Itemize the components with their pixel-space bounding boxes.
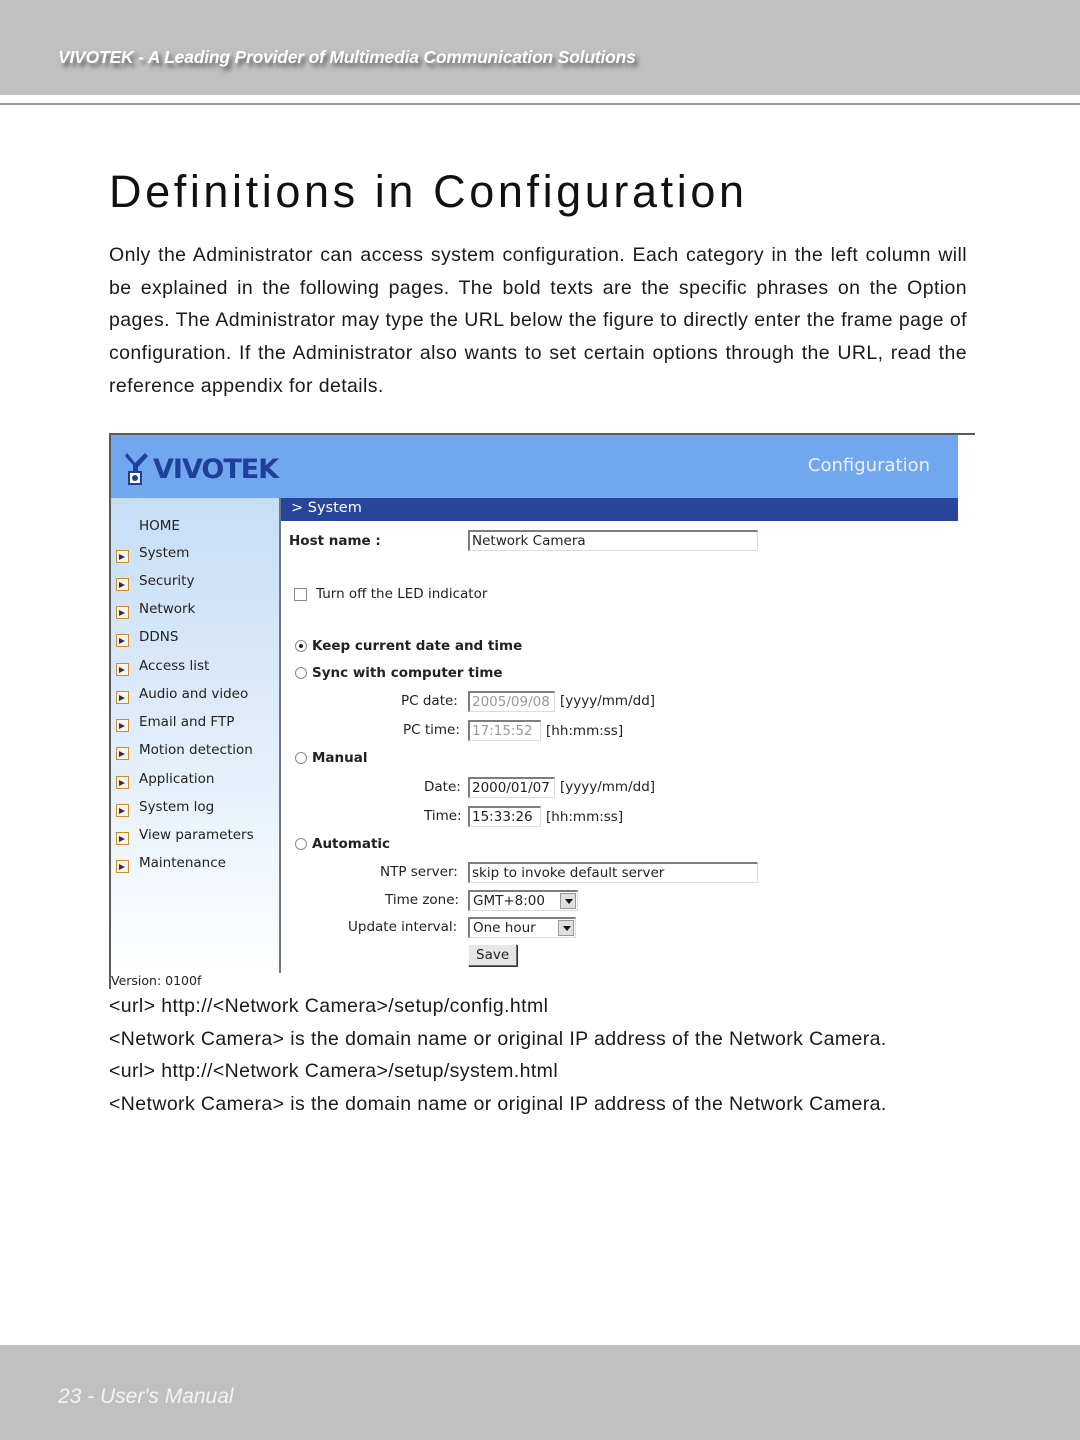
config-sidebar: HOME System Security Network DDNS Access… — [111, 498, 281, 988]
manual-radio[interactable] — [295, 752, 307, 764]
pc-time-format: [hh:mm:ss] — [546, 723, 624, 739]
sidebar-item-system-log[interactable]: System log — [111, 793, 279, 821]
network-camera-note: <Network Camera> is the domain name or o… — [109, 1027, 887, 1050]
footer-band: 23 - User's Manual — [0, 1345, 1080, 1440]
page-title: Definitions in Configuration — [109, 166, 748, 217]
sidebar-item-maintenance[interactable]: Maintenance — [111, 849, 279, 877]
ntp-server-input[interactable]: skip to invoke default server — [468, 862, 758, 883]
sidebar-item-system[interactable]: System — [111, 539, 279, 567]
update-interval-label: Update interval: — [348, 919, 458, 935]
time-zone-label: Time zone: — [385, 892, 460, 908]
sidebar-home-link[interactable]: HOME — [139, 518, 180, 534]
automatic-radio[interactable] — [295, 838, 307, 850]
arrow-bullet-icon — [116, 549, 129, 563]
keep-date-label: Keep current date and time — [312, 638, 523, 654]
time-format: [hh:mm:ss] — [546, 809, 624, 825]
sidebar-item-security[interactable]: Security — [111, 567, 279, 595]
sync-computer-radio[interactable] — [295, 667, 307, 679]
led-checkbox[interactable] — [294, 588, 307, 601]
keep-date-radio[interactable] — [295, 640, 307, 652]
date-label: Date: — [424, 779, 461, 795]
arrow-bullet-icon — [116, 662, 129, 676]
camera-logo-icon — [125, 451, 151, 485]
config-url-line: <url> http://<Network Camera>/setup/conf… — [109, 995, 549, 1017]
intro-paragraph: Only the Administrator can access system… — [109, 244, 967, 397]
time-zone-select[interactable]: GMT+8:00 — [468, 890, 578, 911]
arrow-bullet-icon — [116, 775, 129, 789]
arrow-bullet-icon — [116, 605, 129, 619]
arrow-bullet-icon — [116, 577, 129, 591]
header-band: VIVOTEK - A Leading Provider of Multimed… — [0, 0, 1080, 95]
date-input[interactable]: 2000/01/07 — [468, 777, 555, 798]
sidebar-item-network[interactable]: Network — [111, 595, 279, 623]
host-name-input[interactable]: Network Camera — [468, 530, 758, 551]
sidebar-item-application[interactable]: Application — [111, 765, 279, 793]
url-notes: <url> http://<Network Camera>/setup/conf… — [109, 990, 969, 1121]
pc-date-label: PC date: — [401, 693, 458, 709]
arrow-bullet-icon — [116, 803, 129, 817]
sidebar-item-ddns[interactable]: DDNS — [111, 623, 279, 651]
host-name-label: Host name : — [289, 533, 381, 549]
configuration-screenshot: VIVOTEK Configuration HOME System Securi… — [109, 433, 975, 989]
banner-title: Configuration — [807, 455, 930, 476]
arrow-bullet-icon — [116, 690, 129, 704]
system-form: Host name : Network Camera Turn off the … — [281, 521, 958, 981]
pc-time-label: PC time: — [403, 722, 460, 738]
config-banner: VIVOTEK Configuration — [111, 435, 958, 498]
automatic-label: Automatic — [312, 836, 391, 852]
arrow-bullet-icon — [116, 746, 129, 760]
pc-time-input[interactable]: 17:15:52 — [468, 720, 541, 741]
vivotek-logo: VIVOTEK — [125, 451, 279, 485]
logo-wordmark: VIVOTEK — [153, 454, 279, 485]
sidebar-item-access-list[interactable]: Access list — [111, 652, 279, 680]
page-number-label: 23 - User's Manual — [58, 1385, 234, 1408]
led-label: Turn off the LED indicator — [316, 586, 488, 602]
arrow-bullet-icon — [116, 633, 129, 647]
arrow-bullet-icon — [116, 718, 129, 732]
arrow-bullet-icon — [116, 831, 129, 845]
sidebar-item-email-ftp[interactable]: Email and FTP — [111, 708, 279, 736]
firmware-version: Version: 0100f — [111, 973, 202, 988]
save-button[interactable]: Save — [468, 944, 518, 966]
sidebar-item-audio-video[interactable]: Audio and video — [111, 680, 279, 708]
time-label: Time: — [424, 808, 462, 824]
sidebar-item-view-parameters[interactable]: View parameters — [111, 821, 279, 849]
dropdown-arrow-icon[interactable] — [558, 920, 574, 936]
section-title: > System — [291, 500, 362, 516]
network-camera-note: <Network Camera> is the domain name or o… — [109, 1093, 887, 1116]
header-divider — [0, 103, 1080, 105]
header-tagline: VIVOTEK - A Leading Provider of Multimed… — [58, 47, 636, 67]
arrow-bullet-icon — [116, 859, 129, 873]
pc-date-format: [yyyy/mm/dd] — [560, 693, 656, 709]
system-url-line: <url> http://<Network Camera>/setup/syst… — [109, 1060, 559, 1083]
time-input[interactable]: 15:33:26 — [468, 806, 541, 827]
date-format: [yyyy/mm/dd] — [560, 779, 656, 795]
update-interval-select[interactable]: One hour — [468, 917, 576, 938]
dropdown-arrow-icon[interactable] — [560, 893, 576, 909]
section-header: > System — [281, 498, 958, 521]
sidebar-item-motion-detection[interactable]: Motion detection — [111, 736, 279, 764]
sync-computer-label: Sync with computer time — [312, 665, 503, 681]
pc-date-input[interactable]: 2005/09/08 — [468, 691, 555, 712]
ntp-server-label: NTP server: — [380, 864, 458, 880]
manual-label: Manual — [312, 750, 368, 766]
